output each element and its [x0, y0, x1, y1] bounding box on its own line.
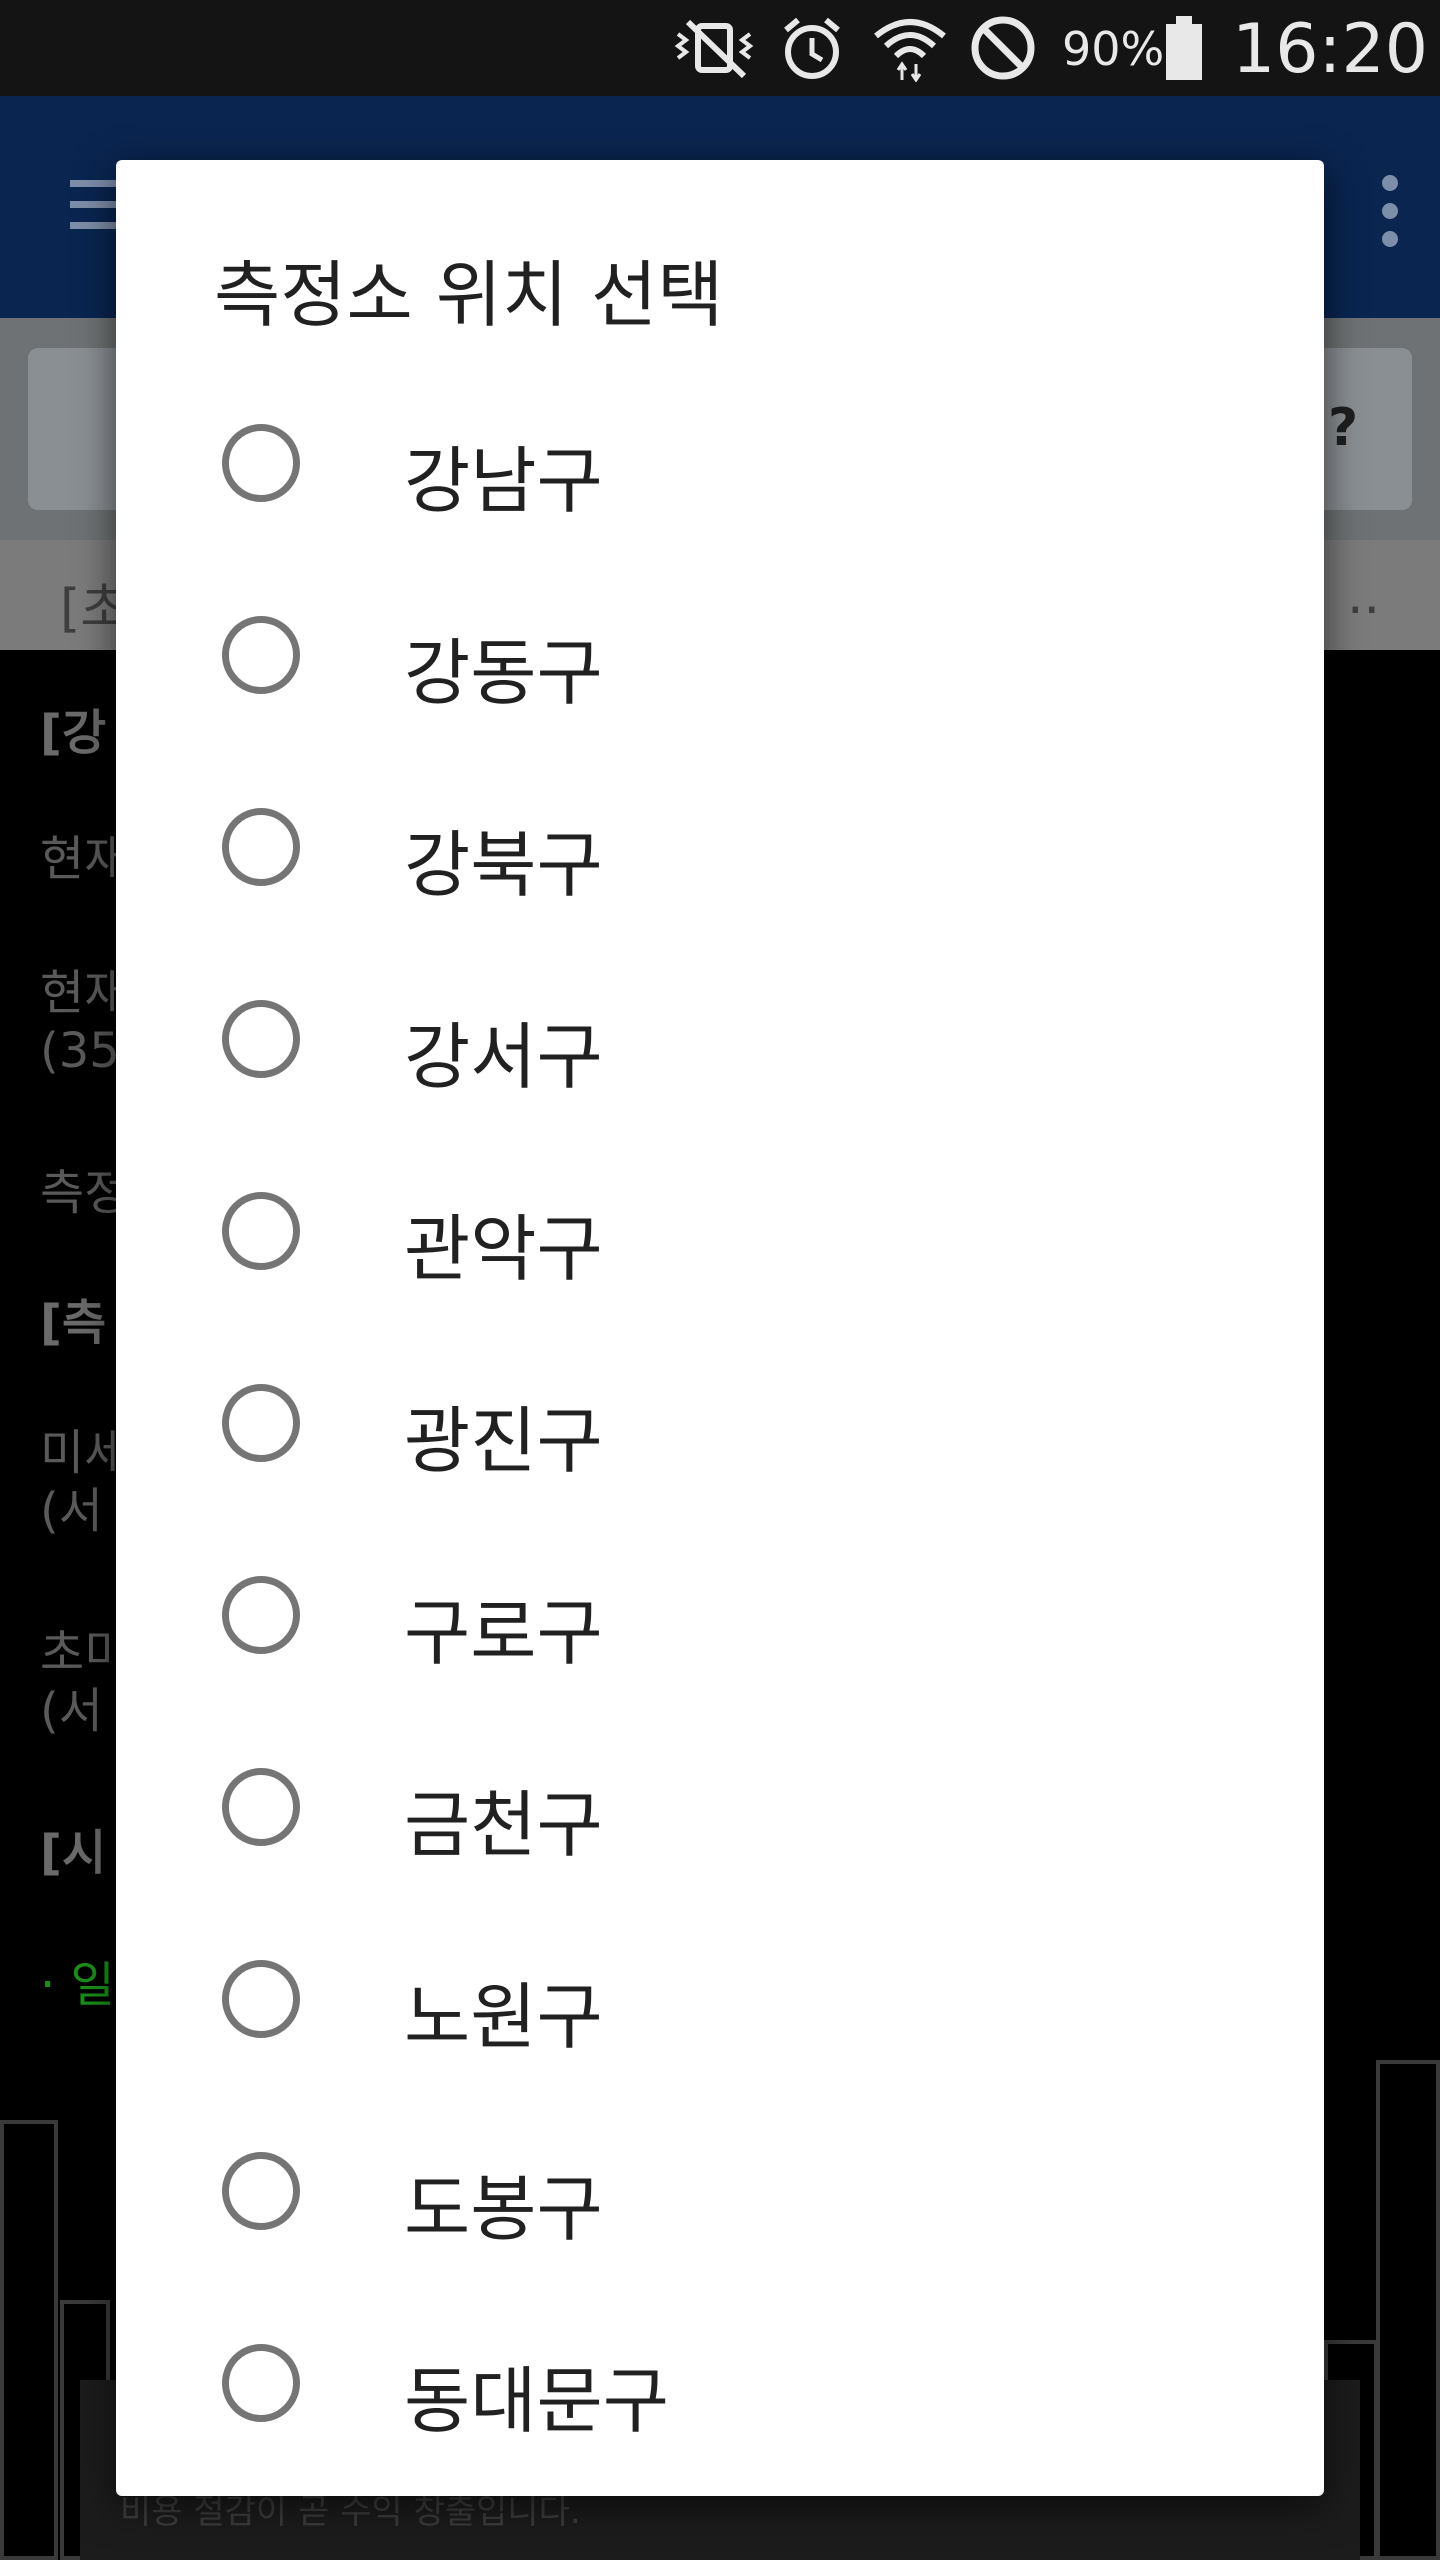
- option-label: 강서구: [404, 1015, 603, 1099]
- radio-button[interactable]: [222, 1768, 300, 1846]
- bg-text: · 일: [40, 1957, 115, 2013]
- option-label: 금천구: [404, 1783, 603, 1867]
- radio-button[interactable]: [222, 1576, 300, 1654]
- option-label: 강북구: [404, 823, 603, 907]
- option-guro[interactable]: 구로구: [116, 1526, 1324, 1718]
- battery-percent: 90%: [1062, 22, 1165, 76]
- radio-button[interactable]: [222, 2344, 300, 2422]
- help-button[interactable]: ?: [1328, 398, 1358, 458]
- do-not-disturb-icon: [971, 16, 1035, 80]
- option-label: 노원구: [404, 1975, 603, 2059]
- radio-button[interactable]: [222, 808, 300, 886]
- option-gwanak[interactable]: 관악구: [116, 1142, 1324, 1334]
- option-label: 도봉구: [404, 2167, 603, 2251]
- option-label: 구로구: [404, 1591, 603, 1675]
- battery-icon: [1166, 16, 1202, 80]
- option-label: 관악구: [404, 1207, 603, 1291]
- option-geumcheon[interactable]: 금천구: [116, 1718, 1324, 1910]
- radio-button[interactable]: [222, 1192, 300, 1270]
- dialog-title: 측정소 위치 선택: [214, 253, 724, 337]
- alarm-icon: [784, 17, 840, 79]
- building-illustration: [1376, 2060, 1440, 2560]
- radio-button[interactable]: [222, 1960, 300, 2038]
- option-gangbuk[interactable]: 강북구: [116, 758, 1324, 950]
- option-nowon[interactable]: 노원구: [116, 1910, 1324, 2102]
- radio-button[interactable]: [222, 1384, 300, 1462]
- option-gwangjin[interactable]: 광진구: [116, 1334, 1324, 1526]
- option-label: 동대문구: [404, 2359, 669, 2443]
- option-gangdong[interactable]: 강동구: [116, 566, 1324, 758]
- radio-button[interactable]: [222, 424, 300, 502]
- more-options-icon[interactable]: [1382, 175, 1402, 259]
- option-gangseo[interactable]: 강서구: [116, 950, 1324, 1142]
- option-label: 광진구: [404, 1399, 603, 1483]
- option-label: 강동구: [404, 631, 603, 715]
- clock: 16:20: [1232, 10, 1428, 89]
- building-illustration: [0, 2120, 58, 2560]
- status-bar: 90% 16:20: [0, 0, 1440, 96]
- strip-right-text: ..: [1346, 566, 1380, 626]
- option-label: 강남구: [404, 439, 603, 523]
- option-dobong[interactable]: 도봉구: [116, 2102, 1324, 2294]
- mute-vibrate-icon: [674, 19, 754, 79]
- menu-icon[interactable]: [70, 180, 120, 230]
- radio-button[interactable]: [222, 616, 300, 694]
- radio-button[interactable]: [222, 2152, 300, 2230]
- bg-heading: [측: [40, 1295, 107, 1351]
- option-dongdaemun[interactable]: 동대문구: [116, 2294, 1324, 2486]
- wifi-icon: [874, 19, 946, 82]
- bg-heading: [강: [40, 705, 107, 761]
- location-select-dialog: 측정소 위치 선택 강남구 강동구 강북구 강서구 관악구 광진구 구로구 금천…: [116, 160, 1324, 2496]
- option-gangnam[interactable]: 강남구: [116, 374, 1324, 566]
- radio-button[interactable]: [222, 1000, 300, 1078]
- bg-heading: [시: [40, 1825, 107, 1881]
